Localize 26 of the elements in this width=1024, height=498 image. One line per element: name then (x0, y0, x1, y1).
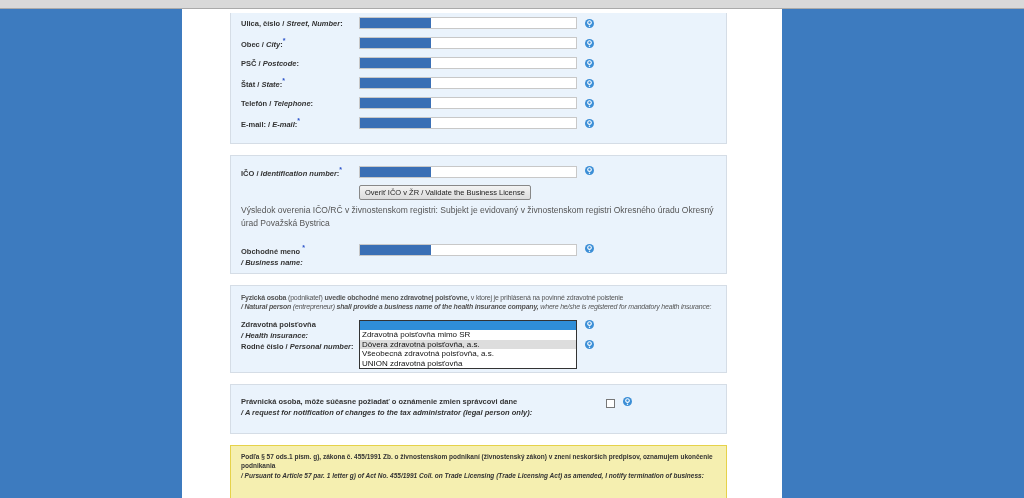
help-icon[interactable] (585, 339, 594, 349)
help-icon[interactable] (585, 58, 594, 68)
help-icon[interactable] (585, 98, 594, 108)
dropdown-option[interactable] (360, 320, 576, 330)
help-icon[interactable] (623, 397, 632, 406)
input-field[interactable] (359, 37, 577, 49)
dropdown-option[interactable]: UNION zdravotná poisťovňa (360, 358, 576, 368)
dropdown-option[interactable]: Zdravotná poisťovňa mimo SR (360, 330, 576, 340)
input-field[interactable] (359, 117, 577, 129)
help-icon[interactable] (585, 18, 594, 28)
dropdown-option[interactable]: Dôvera zdravotná poisťovňa, a.s. (360, 339, 576, 349)
input-field[interactable] (359, 77, 577, 89)
input-field[interactable] (359, 57, 577, 69)
help-icon[interactable] (585, 38, 594, 48)
input-field[interactable] (359, 97, 577, 109)
help-icon[interactable] (585, 78, 594, 88)
input-field[interactable] (359, 244, 577, 256)
checkbox[interactable] (606, 399, 615, 408)
help-icon[interactable] (585, 244, 594, 253)
help-icon[interactable] (585, 319, 594, 329)
input-field[interactable] (359, 17, 577, 29)
help-icon[interactable] (585, 118, 594, 128)
help-icon[interactable] (585, 166, 594, 175)
validation-result: Výsledok overenia IČO/RČ v živnostenskom registri: Subjekt je evidovaný v živnostenskom registri Okresného úradu Okresný úrad Považská Bystrica (241, 204, 715, 230)
input-field[interactable] (359, 166, 577, 178)
dropdown-option[interactable]: Všeobecná zdravotná poisťovňa, a.s. (360, 349, 576, 359)
